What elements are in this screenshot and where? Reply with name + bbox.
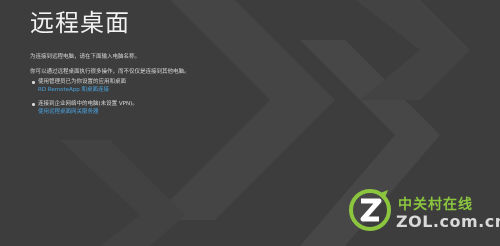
- list-item: 使用管理员已为你设置的应用和桌面 RD RemoteApp 和桌面连接: [32, 78, 330, 94]
- remoteapp-link[interactable]: RD RemoteApp 和桌面连接: [38, 86, 330, 94]
- list-item-text: 连接到企业网络中的电脑(未设置 VPN)。: [38, 101, 138, 107]
- watermark-domain: ZOL.com.cn: [396, 212, 500, 231]
- feature-list: 使用管理员已为你设置的应用和桌面 RD RemoteApp 和桌面连接 连接到企…: [30, 78, 330, 116]
- remote-desktop-screen: 远程桌面 为连接到远程电脑，请在下面输入电脑名称。 你可以通过远程桌面执行很多操…: [0, 0, 500, 246]
- watermark-name: 中关村在线: [398, 197, 473, 213]
- page-title: 远程桌面: [30, 9, 130, 37]
- zol-logo-icon: [349, 189, 391, 231]
- list-item-text: 使用管理员已为你设置的应用和桌面: [38, 79, 127, 85]
- main-content: 远程桌面 为连接到远程电脑，请在下面输入电脑名称。 你可以通过远程桌面执行很多操…: [30, 6, 330, 122]
- chevron-shape: [60, 140, 185, 246]
- intro-text: 为连接到远程电脑，请在下面输入电脑名称。: [30, 54, 141, 60]
- description-text: 你可以通过远程桌面执行很多操作，而不仅仅是连接到其他电脑。: [30, 69, 190, 75]
- gateway-server-link[interactable]: 使用远程桌面网关服务器: [38, 108, 330, 116]
- zol-watermark: 中关村在线 ZOL.com.cn: [340, 184, 500, 246]
- list-item: 连接到企业网络中的电脑(未设置 VPN)。 使用远程桌面网关服务器: [32, 100, 330, 116]
